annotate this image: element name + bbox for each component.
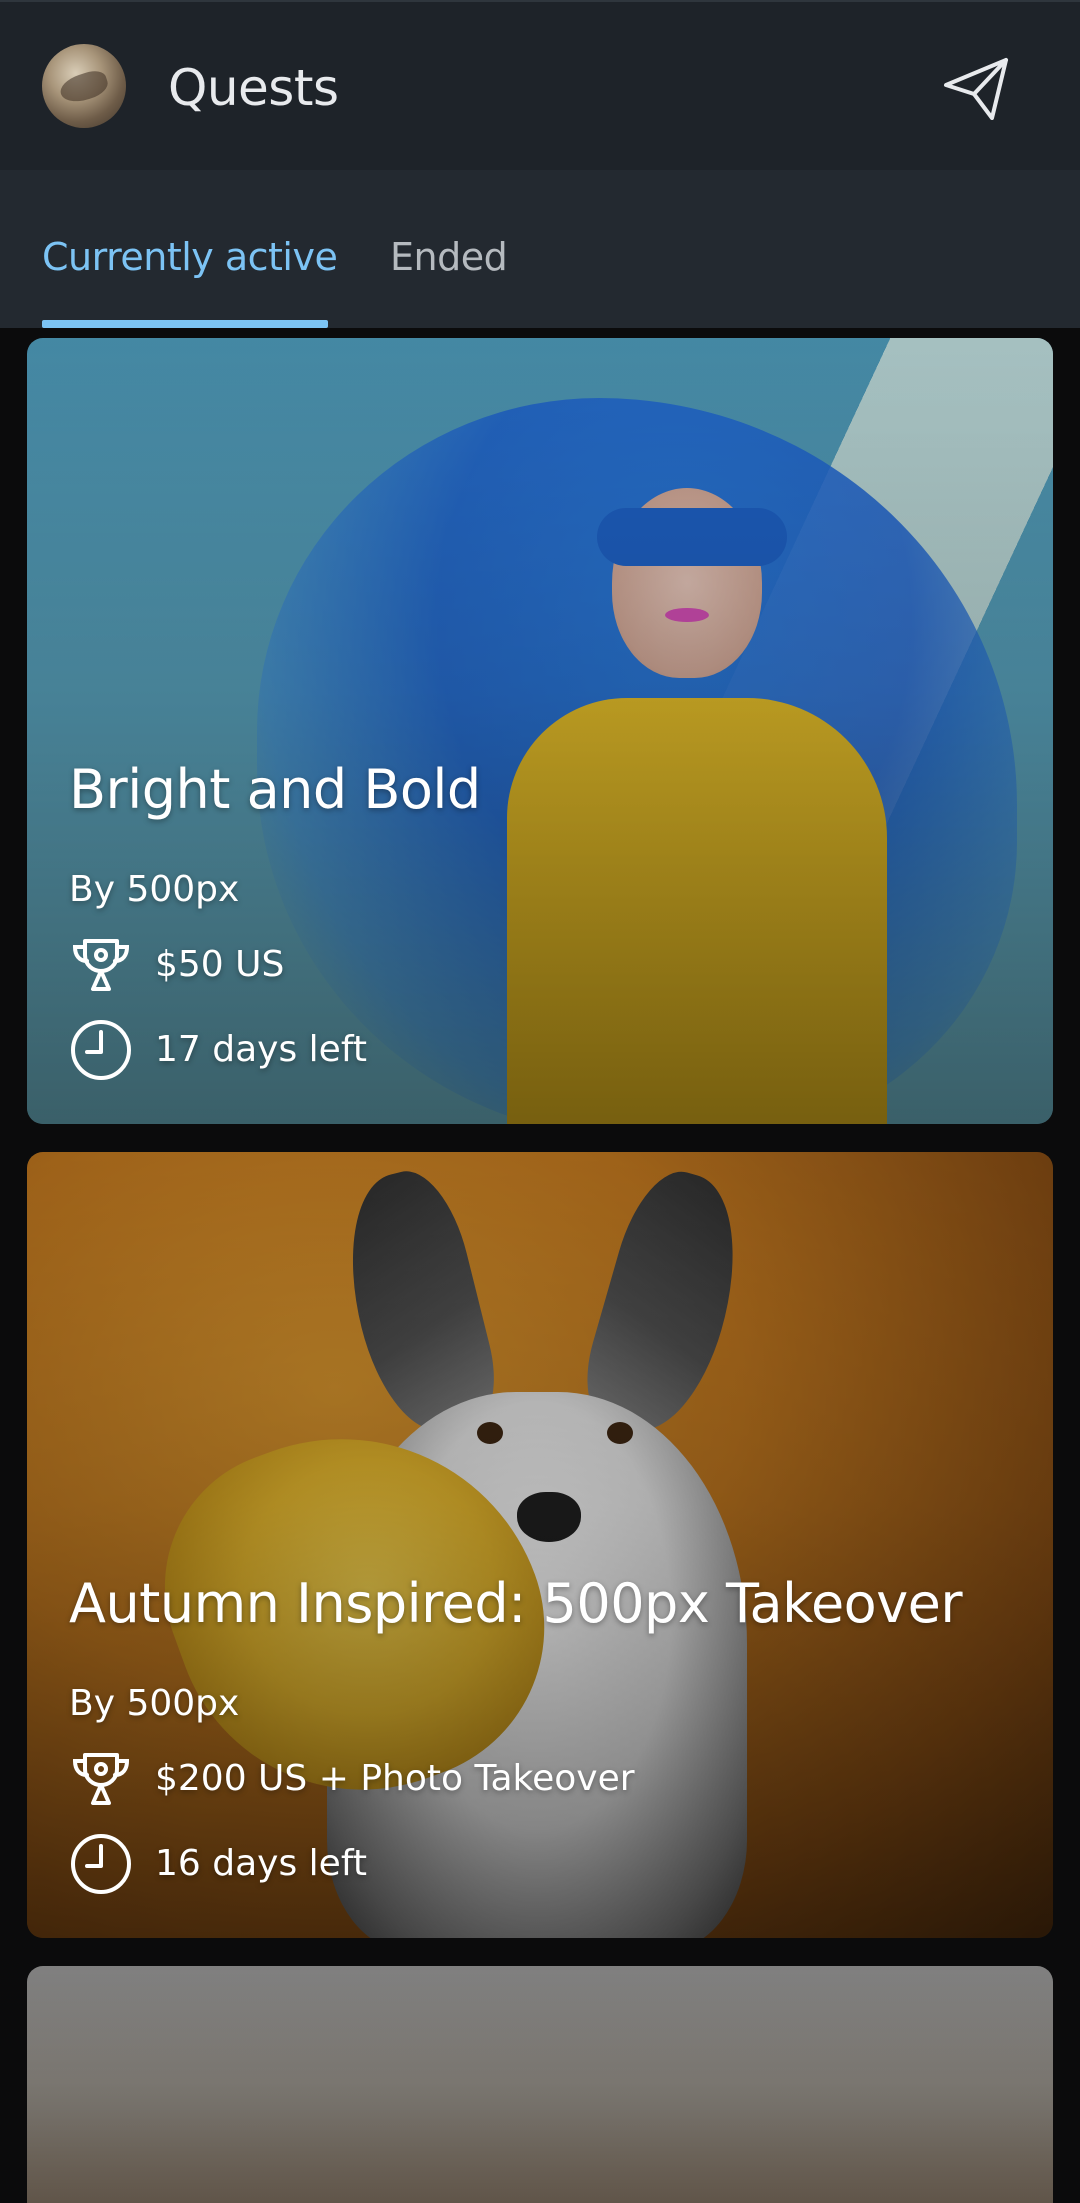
quest-host: By 500px <box>69 869 240 910</box>
page-title: Quests <box>168 59 339 117</box>
active-tab-indicator <box>42 320 328 328</box>
quest-title: Autumn Inspired: 500px Takeover <box>69 1572 963 1635</box>
paper-plane-icon <box>944 58 1008 120</box>
send-button[interactable] <box>936 48 1016 128</box>
quest-time-left: 16 days left <box>155 1843 367 1884</box>
trophy-icon <box>69 1747 133 1811</box>
top-app-bar: Quests <box>0 0 1080 170</box>
quest-time-row: 17 days left <box>69 1018 367 1082</box>
clock-icon <box>69 1832 133 1896</box>
clock-icon <box>69 1018 133 1082</box>
quest-prize-row: $200 US + Photo Takeover <box>69 1747 635 1811</box>
tab-bar: Currently active Ended <box>0 170 1080 328</box>
image-overlay <box>27 1152 1053 1938</box>
trophy-icon <box>69 933 133 997</box>
quest-card[interactable] <box>27 1966 1053 2203</box>
quest-time-row: 16 days left <box>69 1832 367 1896</box>
quest-host: By 500px <box>69 1683 240 1724</box>
image-overlay <box>27 338 1053 1124</box>
tab-currently-active[interactable]: Currently active <box>42 232 338 282</box>
image-overlay <box>27 1966 1053 2203</box>
quest-prize: $50 US <box>155 944 285 985</box>
tab-ended[interactable]: Ended <box>390 232 508 282</box>
profile-avatar[interactable] <box>42 44 126 128</box>
quest-card[interactable]: Autumn Inspired: 500px Takeover By 500px… <box>27 1152 1053 1938</box>
quest-title: Bright and Bold <box>69 758 481 821</box>
quest-time-left: 17 days left <box>155 1029 367 1070</box>
quests-screen: Quests Currently active Ended Bright and… <box>0 0 1080 2203</box>
quest-card[interactable]: Bright and Bold By 500px $50 US 17 days … <box>27 338 1053 1124</box>
quest-prize-row: $50 US <box>69 933 284 997</box>
quest-prize: $200 US + Photo Takeover <box>155 1758 635 1799</box>
